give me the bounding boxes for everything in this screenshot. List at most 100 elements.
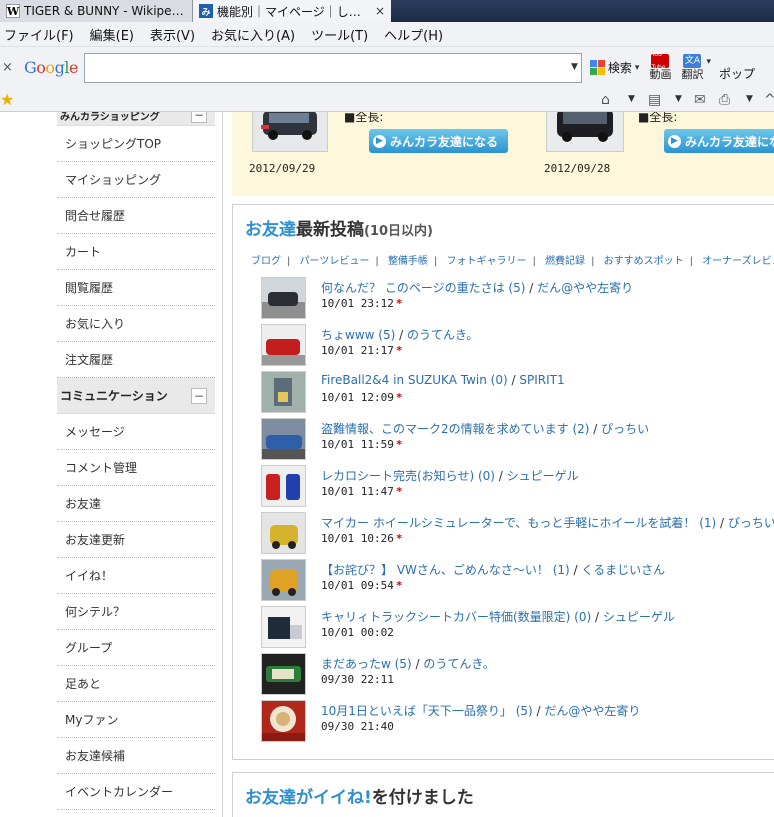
post-title-link[interactable]: 【お詫び？】 VWさん、ごめんなさ〜い！ (1) (321, 563, 570, 577)
post-thumbnail[interactable] (261, 559, 306, 601)
sidebar-item-my-fans[interactable]: Myファン (57, 702, 215, 738)
post-thumbnail[interactable] (261, 324, 306, 366)
post-title-link[interactable]: まだあったw (5) (321, 657, 412, 671)
post-title-link[interactable]: キャリィトラックシートカバー特価(数量限定) (0) (321, 610, 591, 624)
post-title-link[interactable]: マイカー ホイールシミュレーターで、もっと手軽にホイールを試着！ (1) (321, 516, 716, 530)
chevron-down-icon[interactable]: ▼ (628, 94, 635, 104)
search-dropdown-icon[interactable]: ▼ (571, 62, 578, 72)
menu-file[interactable]: ファイル(F) (4, 25, 74, 44)
chevron-down-icon[interactable]: ▼ (675, 94, 682, 104)
menu-favorites[interactable]: お気に入り(A) (211, 25, 295, 44)
post-date: 10/01 09:54 (321, 579, 394, 592)
sidebar-item-friend-candidates[interactable]: お友達候補 (57, 738, 215, 774)
tab-minkara[interactable]: み 機能別｜マイページ｜しう... × (193, 0, 391, 22)
sidebar-item-footprints[interactable]: 足あと (57, 666, 215, 702)
sidebar-item-friend-updates[interactable]: お友達更新 (57, 522, 215, 558)
post-title-link[interactable]: ちょwww (5) (321, 328, 395, 342)
post-author-link[interactable]: シュピーゲル (603, 610, 675, 624)
new-marker: * (395, 532, 403, 545)
sidebar-item-likes[interactable]: イイね！ (57, 558, 215, 594)
menu-edit[interactable]: 編集(E) (90, 25, 134, 44)
post-author-link[interactable]: のうてんき。 (407, 328, 478, 342)
post-title-link[interactable]: 10月1日といえば「天下一品祭り」 (5) (321, 704, 533, 718)
sidebar-item-browse-history[interactable]: 閲覧履歴 (57, 270, 215, 306)
chevron-down-icon[interactable]: ▾ (706, 57, 711, 67)
suggestion-car-photo[interactable] (252, 112, 328, 152)
tab-close-icon[interactable]: × (375, 4, 385, 18)
translate-button[interactable]: 文A 翻訳 (681, 54, 703, 81)
menu-view[interactable]: 表示(V) (150, 25, 195, 44)
video-button[interactable]: You Tube 動画 (649, 51, 671, 81)
suggestion-date: 2012/09/29 (249, 162, 316, 175)
sidebar-item-event-calendar[interactable]: イベントカレンダー (57, 774, 215, 810)
add-friend-button[interactable]: ▶ みんカラ友達になる (369, 129, 508, 153)
link-owner-reviews[interactable]: オーナーズレビュー･評価 (702, 256, 774, 267)
sidebar-item-favorites[interactable]: お気に入り (57, 306, 215, 342)
sidebar-item-order-history[interactable]: 注文履歴 (57, 342, 215, 378)
home-icon[interactable]: ⌂ (601, 92, 610, 108)
command-bar: ★ ⌂ ▼ ▤ ▼ ✉ ⎙ ▼ ^ (0, 88, 774, 112)
chevron-down-icon[interactable]: ▾ (635, 63, 640, 73)
link-blog[interactable]: ブログ (251, 256, 281, 267)
post-thumbnail[interactable] (261, 277, 306, 319)
post-date: 10/01 11:59 (321, 438, 394, 451)
post-thumbnail[interactable] (261, 465, 306, 507)
panel-title: お友達最新投稿(10日以内) (245, 215, 433, 240)
toolbar-close-icon[interactable]: × (2, 60, 16, 75)
print-icon[interactable]: ⎙ (719, 92, 730, 108)
post-author-link[interactable]: SPIRIT1 (519, 373, 564, 387)
tab-wikipedia[interactable]: W TIGER & BUNNY - Wikipedia (0, 0, 193, 22)
sidebar-head-communication[interactable]: コミュニケーション − (57, 378, 215, 414)
post-author-link[interactable]: くるまじいさん (581, 563, 665, 577)
menu-help[interactable]: ヘルプ(H) (384, 25, 443, 44)
sidebar-item-cart[interactable]: カート (57, 234, 215, 270)
collapse-icon[interactable]: − (191, 387, 207, 404)
list-item: まだあったw (5) / のうてんき。 09/30 22:11 (261, 653, 774, 700)
post-thumbnail[interactable] (261, 418, 306, 460)
search-button[interactable]: 検索 ▾ (589, 59, 640, 76)
popup-button[interactable]: ポップ (719, 65, 755, 82)
post-title-link[interactable]: レカロシート完売(お知らせ) (0) (321, 469, 495, 483)
mail-icon[interactable]: ✉ (694, 92, 706, 108)
sidebar-item-friends[interactable]: お友達 (57, 486, 215, 522)
post-author-link[interactable]: ぴっちい (601, 422, 649, 436)
add-friend-button[interactable]: ▶ みんカラ友達にな (664, 129, 774, 153)
suggestion-car-photo[interactable] (546, 112, 624, 152)
chevron-down-icon[interactable]: ▼ (746, 94, 753, 104)
rss-feed-icon[interactable]: ▤ (648, 92, 661, 108)
collapse-icon[interactable]: − (191, 112, 207, 123)
post-title-link[interactable]: 何なんだ？ このページの重たさは (5) (321, 281, 525, 295)
post-title-link[interactable]: 盗難情報、このマーク2の情報を求めています (2) (321, 422, 589, 436)
post-thumbnail[interactable] (261, 700, 306, 742)
sidebar-item-shopping-top[interactable]: ショッピングTOP (57, 126, 215, 162)
google-search-input[interactable]: ▼ (83, 52, 582, 83)
post-author-link[interactable]: だん@やや左寄り (537, 281, 633, 295)
sidebar-item-groups[interactable]: グループ (57, 630, 215, 666)
post-author-link[interactable]: のうてんき。 (423, 657, 494, 671)
post-date: 10/01 12:09 (321, 391, 394, 404)
post-thumbnail[interactable] (261, 371, 306, 413)
sidebar-item-my-shopping[interactable]: マイショッピング (57, 162, 215, 198)
link-spots[interactable]: おすすめスポット (604, 256, 684, 267)
post-author-link[interactable]: ぴっちい (728, 516, 774, 530)
favorites-star-icon[interactable]: ★ (0, 91, 17, 108)
post-thumbnail[interactable] (261, 512, 306, 554)
sidebar-item-doing-what[interactable]: 何シテル？ (57, 594, 215, 630)
sidebar-item-inquiry-history[interactable]: 問合せ履歴 (57, 198, 215, 234)
car-photo (253, 112, 327, 151)
post-author-link[interactable]: シュピーゲル (507, 469, 579, 483)
post-author-link[interactable]: だん@やや左寄り (544, 704, 640, 718)
link-fuel-log[interactable]: 燃費記録 (545, 256, 585, 267)
page-menu-icon[interactable]: ^ (764, 92, 774, 108)
link-parts-review[interactable]: パーツレビュー (300, 256, 370, 267)
link-photo-gallery[interactable]: フォトギャラリー (447, 256, 527, 267)
sidebar-head-label: みんカラショッピング (60, 112, 160, 123)
sidebar-item-messages[interactable]: メッセージ (57, 414, 215, 450)
post-title-link[interactable]: FireBall2&4 in SUZUKA Twin (0) (321, 373, 508, 387)
sidebar-item-comments[interactable]: コメント管理 (57, 450, 215, 486)
link-maintenance[interactable]: 整備手帳 (388, 256, 428, 267)
post-thumbnail[interactable] (261, 606, 306, 648)
post-thumbnail[interactable] (261, 653, 306, 695)
sidebar-head-shopping[interactable]: みんカラショッピング − (57, 112, 215, 126)
menu-tools[interactable]: ツール(T) (311, 25, 368, 44)
